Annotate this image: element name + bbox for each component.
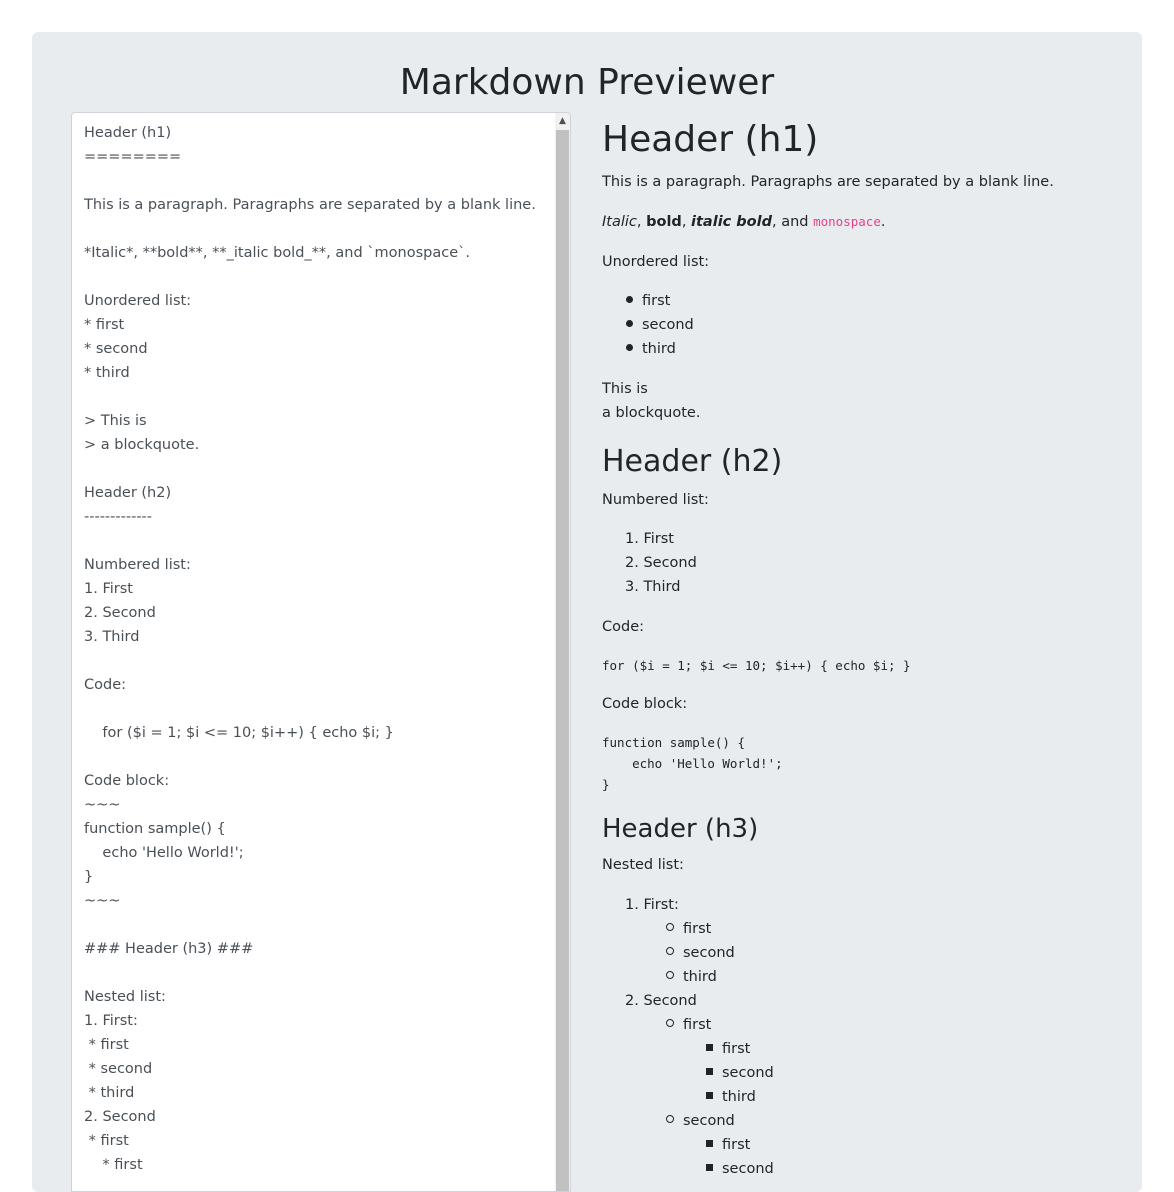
preview-h2: Header (h2) bbox=[602, 444, 783, 479]
list-item: third bbox=[626, 337, 676, 361]
list-item: first bbox=[706, 1037, 750, 1061]
list-item: second bbox=[666, 1109, 735, 1133]
preview-h1: Header (h1) bbox=[602, 119, 819, 160]
bullet-square-icon bbox=[706, 1092, 713, 1099]
bullet-disc-icon bbox=[626, 296, 633, 303]
list-item: second bbox=[626, 313, 694, 337]
blockquote-line: This is bbox=[602, 381, 648, 397]
list-item: third bbox=[706, 1085, 756, 1109]
list-item: first bbox=[706, 1133, 750, 1157]
emphasis-separator: , and bbox=[772, 214, 814, 230]
markdown-preview: Header (h1) This is a paragraph. Paragra… bbox=[602, 112, 1122, 1174]
list-item: 1. First: bbox=[625, 897, 679, 913]
preview-h3: Header (h3) bbox=[602, 814, 759, 844]
code-block: function sample() { echo 'Hello World!';… bbox=[602, 735, 783, 792]
emphasis-separator: , bbox=[681, 214, 692, 230]
emphasis-end: . bbox=[880, 214, 886, 230]
bullet-square-icon bbox=[706, 1140, 713, 1147]
list-item: second bbox=[706, 1157, 774, 1174]
list-item: 2. Second bbox=[625, 993, 697, 1009]
unordered-list-label: Unordered list: bbox=[602, 254, 710, 270]
blockquote-line: a blockquote. bbox=[602, 405, 701, 421]
bullet-circle-icon bbox=[666, 1115, 674, 1123]
list-item: 3. Third bbox=[625, 579, 681, 595]
numbered-list-label: Numbered list: bbox=[602, 492, 709, 508]
bullet-square-icon bbox=[706, 1044, 713, 1051]
markdown-editor[interactable]: Header (h1) ======== This is a paragraph… bbox=[71, 112, 571, 1192]
scrollbar-thumb[interactable] bbox=[556, 130, 569, 1191]
list-item: first bbox=[666, 1013, 711, 1037]
bullet-disc-icon bbox=[626, 344, 633, 351]
inline-code: for ($i = 1; $i <= 10; $i++) { echo $i; … bbox=[602, 658, 911, 673]
nested-list-label: Nested list: bbox=[602, 857, 684, 873]
bullet-square-icon bbox=[706, 1068, 713, 1075]
list-item: third bbox=[666, 965, 717, 989]
list-item: second bbox=[706, 1061, 774, 1085]
code-block-label: Code block: bbox=[602, 696, 688, 712]
list-item: 1. First bbox=[625, 531, 674, 547]
italic-bold-text: italic bold bbox=[691, 214, 772, 230]
preview-paragraph: This is a paragraph. Paragraphs are sepa… bbox=[602, 174, 1054, 190]
editor-scrollbar[interactable]: ▲ bbox=[555, 113, 570, 1191]
bullet-square-icon bbox=[706, 1164, 713, 1171]
code-label: Code: bbox=[602, 619, 645, 635]
monospace-text: monospace bbox=[813, 214, 881, 229]
preview-emphasis-line: Italic, bold, italic bold, and monospace… bbox=[602, 210, 885, 234]
list-item: second bbox=[666, 941, 735, 965]
list-item: 2. Second bbox=[625, 555, 697, 571]
bold-text: bold bbox=[646, 214, 682, 230]
page-title: Markdown Previewer bbox=[399, 62, 775, 103]
bullet-circle-icon bbox=[666, 971, 674, 979]
bullet-circle-icon bbox=[666, 1019, 674, 1027]
editor-text[interactable]: Header (h1) ======== This is a paragraph… bbox=[84, 121, 554, 1177]
bullet-circle-icon bbox=[666, 947, 674, 955]
list-item: first bbox=[666, 917, 711, 941]
bullet-circle-icon bbox=[666, 923, 674, 931]
list-item: first bbox=[626, 289, 670, 313]
emphasis-separator: , bbox=[636, 214, 647, 230]
italic-text: Italic bbox=[602, 214, 637, 230]
scroll-up-arrow-icon[interactable]: ▲ bbox=[555, 113, 570, 130]
bullet-disc-icon bbox=[626, 320, 633, 327]
